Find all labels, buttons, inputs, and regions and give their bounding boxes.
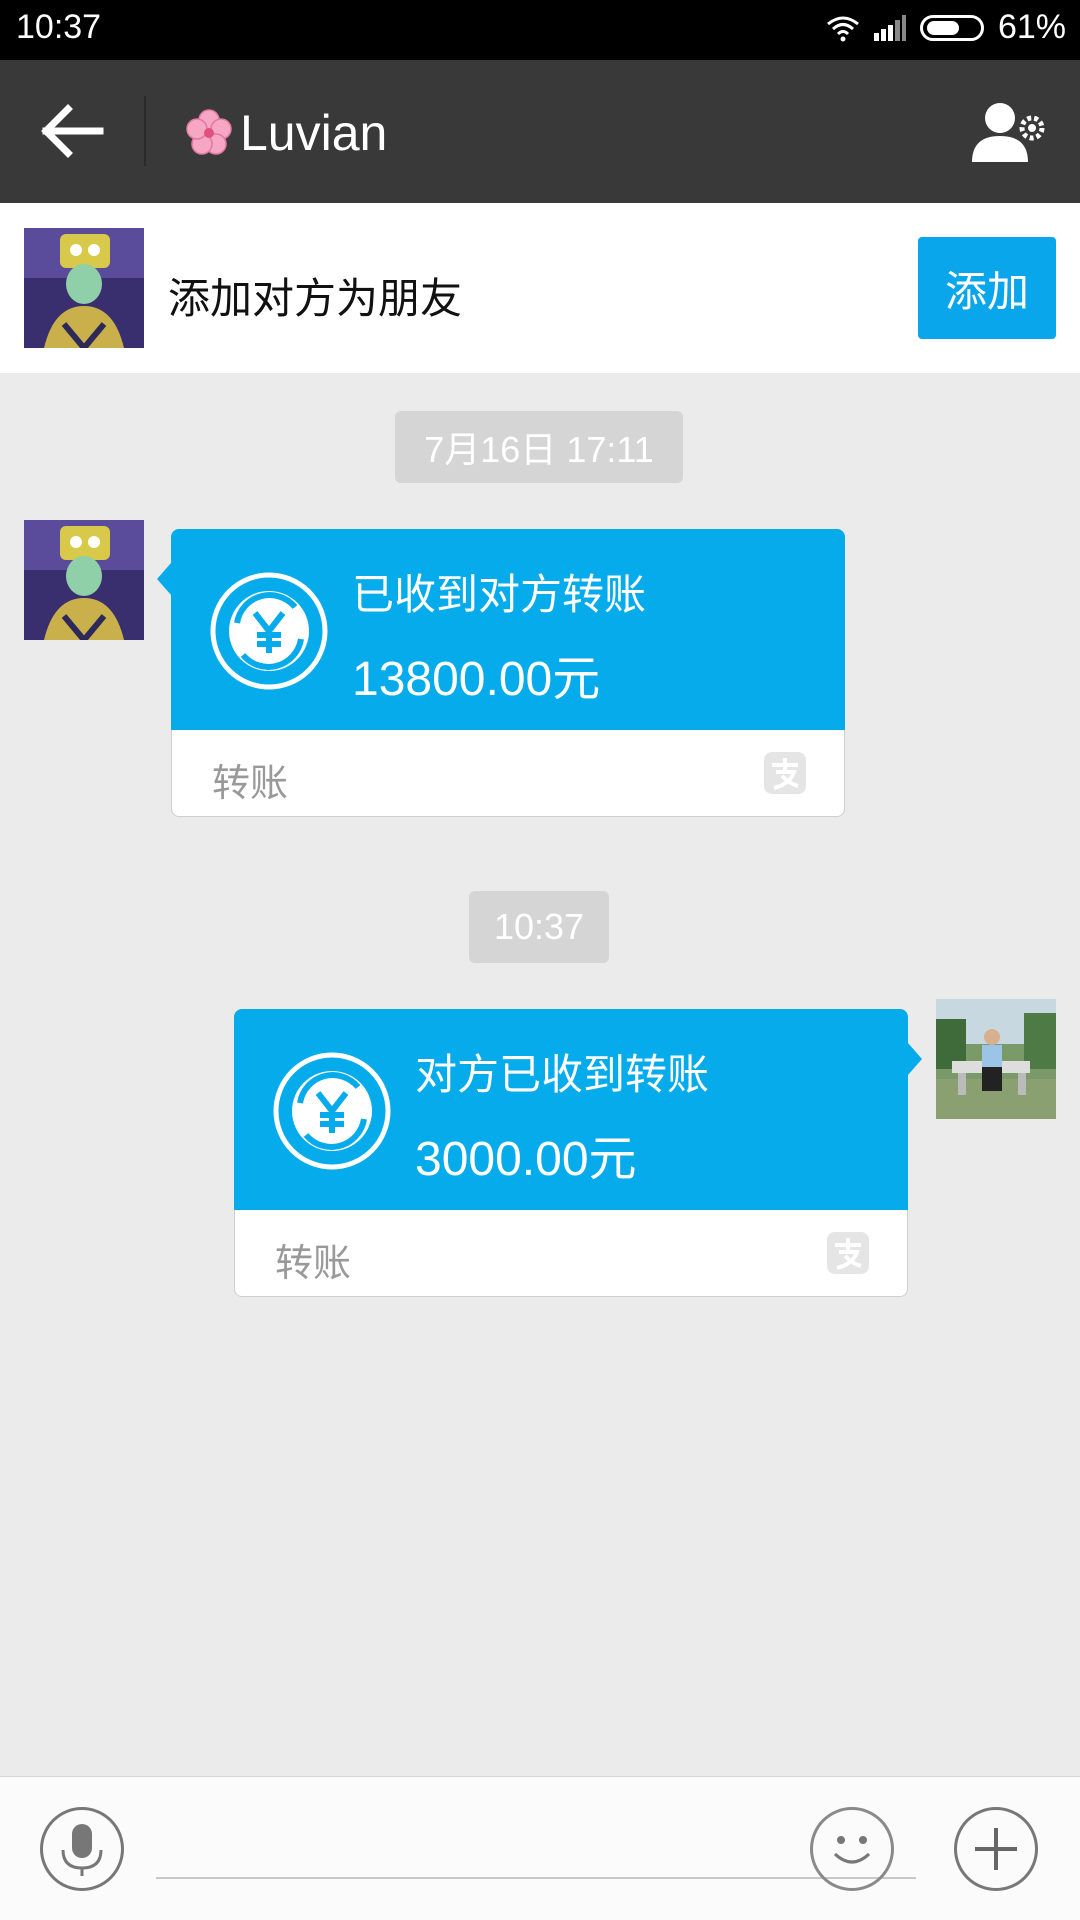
add-friend-prompt: 添加对方为朋友 xyxy=(168,274,463,323)
transfer-title: 对方已收到转账 xyxy=(415,1050,710,1099)
avatar-contact[interactable] xyxy=(24,228,144,348)
title-bar: Luvian xyxy=(0,60,1080,203)
emoji-button[interactable] xyxy=(810,1807,894,1891)
title-divider xyxy=(144,96,146,166)
user-settings-icon[interactable] xyxy=(970,100,1050,164)
status-bar: 10:37 61% xyxy=(0,0,1080,60)
input-bar xyxy=(0,1776,1080,1920)
alipay-icon xyxy=(827,1232,869,1274)
battery-icon xyxy=(919,14,984,41)
avatar-self[interactable] xyxy=(936,999,1056,1119)
transfer-card-footer: 转账 xyxy=(234,1210,908,1297)
transfer-bubble-incoming[interactable]: 已收到对方转账 13800.00元 转账 xyxy=(157,529,845,817)
wifi-icon xyxy=(827,16,859,41)
status-indicators: 61% xyxy=(826,8,1066,47)
plus-icon xyxy=(975,1828,1017,1870)
message-timestamp: 7月16日 17:11 xyxy=(395,411,683,483)
transfer-amount: 3000.00元 xyxy=(415,1133,637,1186)
battery-percent: 61% xyxy=(997,8,1066,46)
transfer-card-header: 对方已收到转账 3000.00元 xyxy=(234,1009,908,1210)
back-arrow-icon[interactable] xyxy=(38,100,108,162)
more-button[interactable] xyxy=(954,1807,1038,1891)
status-time: 10:37 xyxy=(16,8,102,46)
bubble-tail xyxy=(908,1043,922,1075)
voice-button[interactable] xyxy=(40,1807,124,1891)
bubble-tail xyxy=(157,563,171,595)
chat-title: Luvian xyxy=(184,104,387,162)
chat-title-text: Luvian xyxy=(240,105,388,161)
transfer-yen-icon xyxy=(210,572,328,690)
transfer-yen-icon xyxy=(273,1052,391,1170)
transfer-card-header: 已收到对方转账 13800.00元 xyxy=(171,529,845,730)
transfer-type-label: 转账 xyxy=(212,761,289,805)
add-friend-banner: 添加对方为朋友 添加 xyxy=(0,203,1080,373)
transfer-title: 已收到对方转账 xyxy=(352,570,647,619)
alipay-icon xyxy=(764,752,806,794)
avatar-contact[interactable] xyxy=(24,520,144,640)
transfer-card-footer: 转账 xyxy=(171,730,845,817)
signal-icon xyxy=(873,14,906,41)
transfer-bubble-outgoing[interactable]: 对方已收到转账 3000.00元 转账 xyxy=(234,1009,922,1297)
microphone-icon xyxy=(61,1824,103,1876)
smiley-icon xyxy=(833,1836,871,1864)
transfer-amount: 13800.00元 xyxy=(352,653,601,706)
cherry-blossom-icon xyxy=(186,109,232,155)
transfer-type-label: 转账 xyxy=(275,1241,352,1285)
message-input[interactable] xyxy=(156,1827,916,1879)
message-timestamp: 10:37 xyxy=(469,891,609,963)
add-friend-button[interactable]: 添加 xyxy=(918,237,1056,339)
